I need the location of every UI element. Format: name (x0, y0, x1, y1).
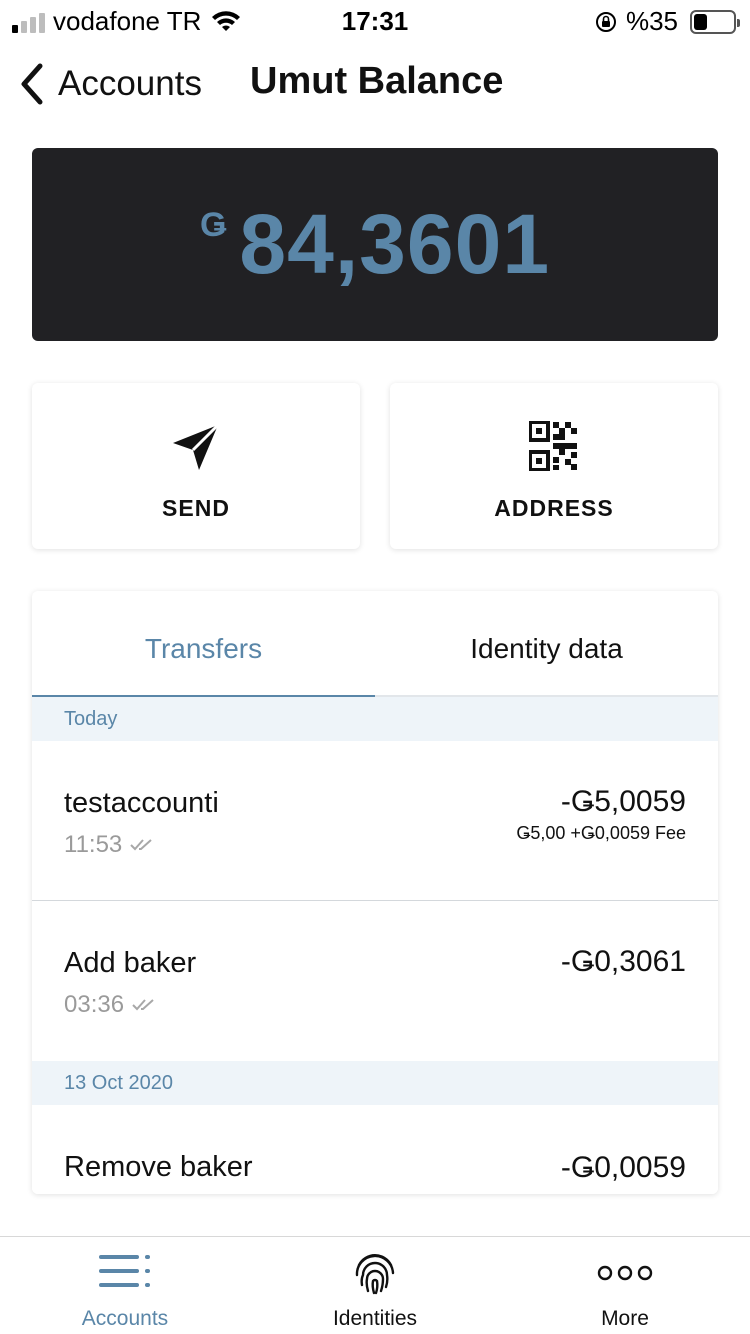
balance-amount: Ǥ 84,3601 (32, 196, 718, 293)
transaction-row[interactable]: Remove baker -Ǥ0,0059 (32, 1105, 718, 1194)
rotation-lock-icon (595, 11, 616, 32)
transaction-row[interactable]: Add baker 03:36 -Ǥ0,3061 (32, 901, 718, 1061)
tab-transfers[interactable]: Transfers (32, 591, 375, 699)
send-icon (173, 423, 220, 470)
page-title: Umut Balance (250, 60, 504, 102)
status-bar-right: %35 (594, 6, 740, 37)
list-icon (99, 1255, 150, 1287)
fingerprint-icon (355, 1254, 395, 1295)
more-icon (597, 1265, 653, 1281)
section-header-today: Today (32, 697, 718, 741)
segment-tabs: Transfers Identity data (32, 591, 718, 699)
balance-card: Ǥ 84,3601 (32, 148, 718, 341)
transaction-time: 03:36 (64, 991, 156, 1019)
send-button[interactable]: SEND (32, 383, 360, 549)
send-label: SEND (162, 495, 230, 521)
chevron-left-icon (21, 63, 43, 105)
address-button[interactable]: ADDRESS (390, 383, 718, 549)
transaction-fee: Ǥ5,00 +Ǥ0,0059 Fee (516, 823, 686, 843)
back-label: Accounts (58, 64, 202, 103)
tab-bar: Accounts Identities More (0, 1236, 750, 1334)
transaction-amount: -Ǥ0,0059 (560, 1151, 686, 1184)
balance-value: 84,3601 (239, 197, 551, 291)
battery-fill (694, 13, 708, 30)
tab-bar-more[interactable]: More (500, 1237, 750, 1334)
double-check-icon (132, 999, 154, 1011)
address-label: ADDRESS (494, 495, 614, 521)
transaction-time-label: 03:36 (64, 991, 125, 1018)
tab-bar-accounts-label: Accounts (81, 1307, 169, 1330)
battery-icon (690, 9, 740, 34)
transfers-panel: Transfers Identity data Today testaccoun… (32, 591, 718, 1194)
transaction-amount: -Ǥ0,3061 (560, 945, 686, 978)
transaction-amount: -Ǥ5,0059 (560, 785, 686, 818)
tab-bar-more-label: More (601, 1307, 649, 1330)
tab-bar-accounts[interactable]: Accounts (0, 1237, 250, 1334)
tab-identity-data[interactable]: Identity data (375, 591, 718, 697)
transaction-name: testaccounti (64, 787, 219, 819)
status-bar: vodafone TR 17:31 %35 (0, 0, 750, 40)
tab-bar-identities[interactable]: Identities (250, 1237, 500, 1334)
battery-percentage: %35 (625, 6, 678, 36)
transaction-name: Remove baker (64, 1151, 253, 1183)
back-button[interactable]: Accounts (14, 60, 202, 108)
section-header-date: 13 Oct 2020 (32, 1061, 718, 1105)
currency-symbol: Ǥ (199, 206, 228, 244)
double-check-icon (130, 839, 152, 851)
navigation-bar: Accounts Umut Balance (0, 48, 750, 120)
qr-code-icon (529, 421, 577, 471)
transaction-name: Add baker (64, 947, 197, 979)
transaction-time-label: 11:53 (64, 831, 123, 858)
transaction-row[interactable]: testaccounti 11:53 -Ǥ5,0059 Ǥ5,00 +Ǥ0,00… (32, 741, 718, 900)
transaction-time: 11:53 (64, 831, 154, 859)
tab-bar-identities-label: Identities (332, 1307, 418, 1330)
